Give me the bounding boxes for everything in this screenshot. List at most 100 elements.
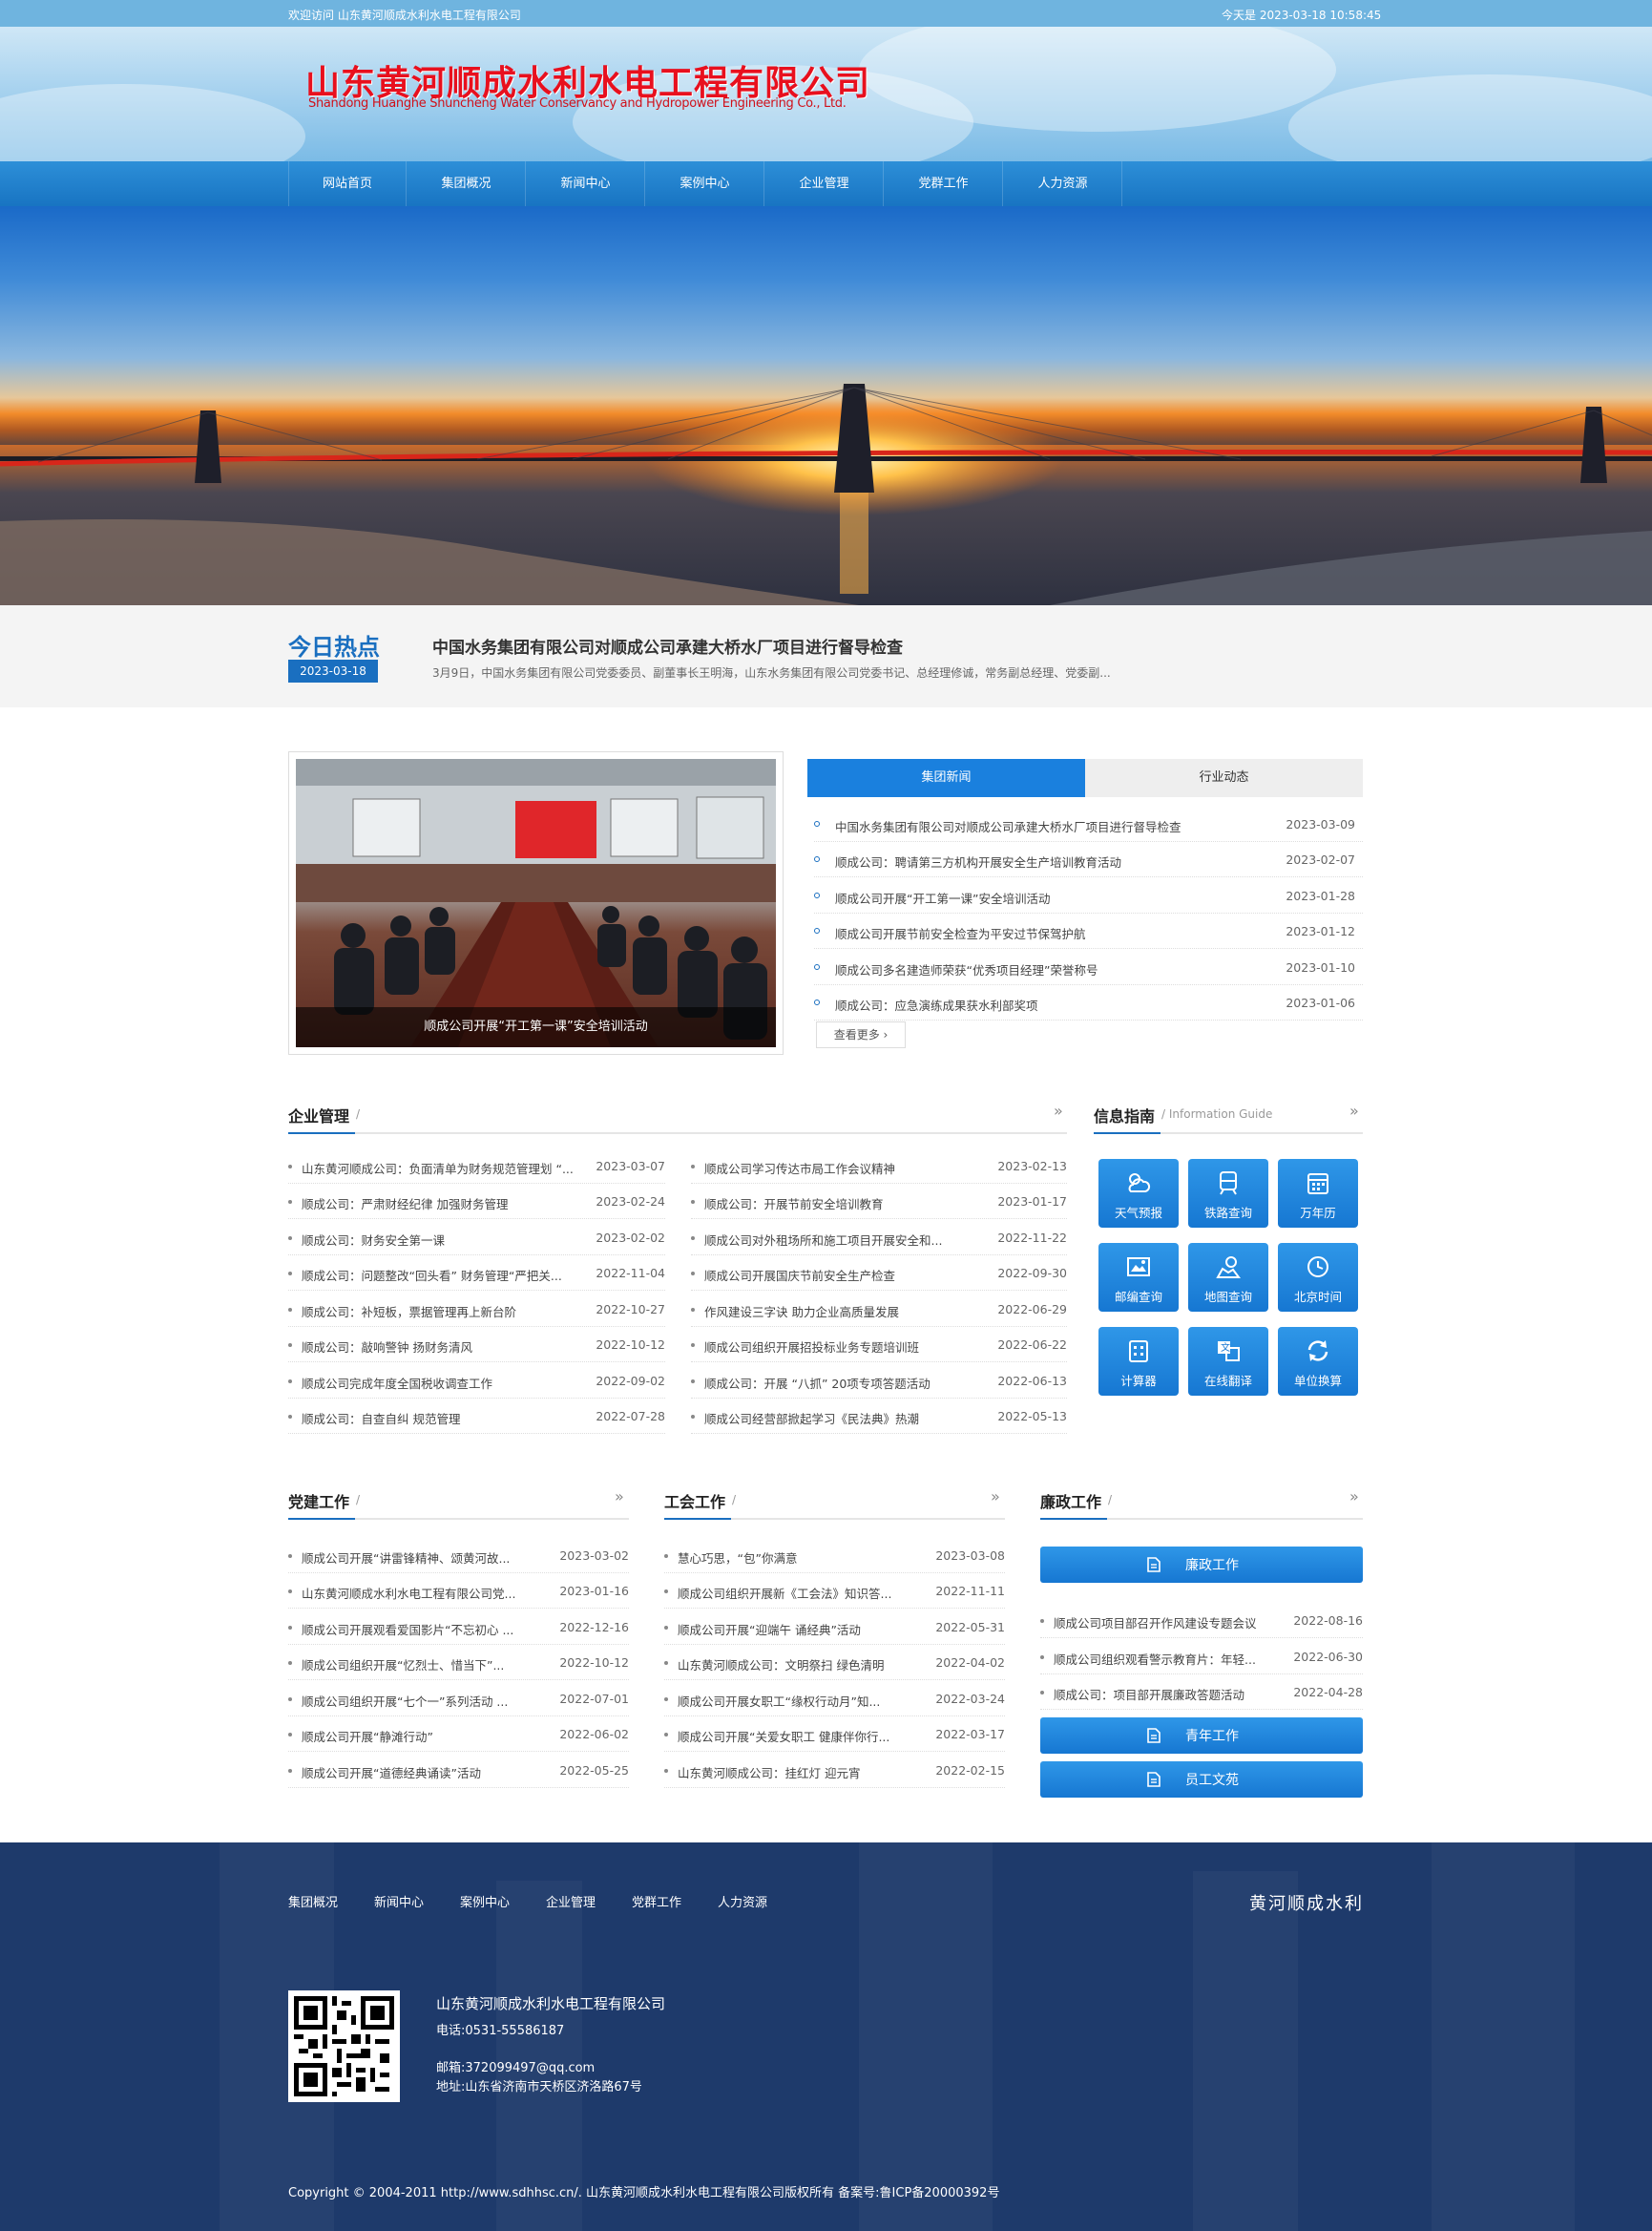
list-item-title[interactable]: 顺成公司开展国庆节前安全生产检查 — [704, 1266, 895, 1284]
news-title[interactable]: 顺成公司：应急演练成果获水利部奖项 — [835, 996, 1038, 1014]
list-item-title[interactable]: 顺成公司：开展节前安全培训教育 — [704, 1194, 884, 1212]
info-guide-title[interactable]: 信息指南 — [1094, 1104, 1155, 1126]
map-tile[interactable]: 地图查询 — [1188, 1243, 1268, 1312]
list-item[interactable]: 顺成公司：自查自纠 规范管理 2022-07-28 — [288, 1399, 665, 1434]
list-item-title[interactable]: 山东黄河顺成公司：挂红灯 迎元宵 — [678, 1763, 860, 1781]
list-item[interactable]: 顺成公司开展“开工第一课”安全培训活动 2023-01-28 — [814, 878, 1363, 914]
list-item-title[interactable]: 顺成公司对外租场所和施工项目开展安全和... — [704, 1231, 942, 1249]
list-item-title[interactable]: 作风建设三字诀 助力企业高质量发展 — [704, 1302, 899, 1320]
list-item[interactable]: 顺成公司学习传达市局工作会议精神 2023-02-13 — [691, 1148, 1067, 1184]
youth-work-button[interactable]: 青年工作 — [1040, 1717, 1363, 1754]
nav-item-home[interactable]: 网站首页 — [288, 161, 407, 206]
list-item[interactable]: 作风建设三字诀 助力企业高质量发展 2022-06-29 — [691, 1292, 1067, 1327]
list-item-title[interactable]: 顺成公司开展“迎端午 诵经典”活动 — [678, 1620, 861, 1638]
double-chevron-right-icon[interactable]: » — [615, 1487, 624, 1505]
list-item-title[interactable]: 顺成公司组织观看警示教育片：年轻... — [1054, 1650, 1256, 1668]
postcode-tile[interactable]: 邮编查询 — [1098, 1243, 1179, 1312]
calculator-tile[interactable]: 计算器 — [1098, 1327, 1179, 1396]
nav-item-news-center[interactable]: 新闻中心 — [527, 161, 645, 206]
railway-tile[interactable]: 铁路查询 — [1188, 1159, 1268, 1228]
list-item[interactable]: 山东黄河顺成公司：挂红灯 迎元宵 2022-02-15 — [664, 1753, 1005, 1788]
list-item-title[interactable]: 顺成公司学习传达市局工作会议精神 — [704, 1159, 895, 1177]
list-item-title[interactable]: 顺成公司组织开展新《工会法》知识答... — [678, 1584, 891, 1602]
list-item[interactable]: 顺成公司开展国庆节前安全生产检查 2022-09-30 — [691, 1255, 1067, 1291]
integrity-section-title[interactable]: 廉政工作 — [1040, 1489, 1101, 1512]
nav-item-enterprise-management[interactable]: 企业管理 — [765, 161, 884, 206]
list-item-title[interactable]: 山东黄河顺成公司：文明祭扫 绿色清明 — [678, 1655, 884, 1673]
list-item[interactable]: 顺成公司开展“迎端午 诵经典”活动 2022-05-31 — [664, 1610, 1005, 1645]
list-item-title[interactable]: 山东黄河顺成水利水电工程有限公司党... — [302, 1584, 515, 1602]
list-item[interactable]: 山东黄河顺成公司：文明祭扫 绿色清明 2022-04-02 — [664, 1645, 1005, 1680]
list-item-title[interactable]: 顺成公司组织开展招投标业务专题培训班 — [704, 1337, 919, 1356]
double-chevron-right-icon[interactable]: » — [1349, 1102, 1359, 1120]
footer-nav-human-resources[interactable]: 人力资源 — [718, 1892, 767, 1910]
list-item-title[interactable]: 顺成公司项目部召开作风建设专题会议 — [1054, 1613, 1257, 1631]
list-item-title[interactable]: 顺成公司：财务安全第一课 — [302, 1231, 445, 1249]
nav-item-human-resources[interactable]: 人力资源 — [1004, 161, 1122, 206]
nav-item-group-overview[interactable]: 集团概况 — [408, 161, 526, 206]
double-chevron-right-icon[interactable]: » — [1349, 1487, 1359, 1505]
list-item[interactable]: 顺成公司项目部召开作风建设专题会议 2022-08-16 — [1040, 1603, 1363, 1638]
list-item-title[interactable]: 山东黄河顺成公司：负面清单为财务规范管理划 “... — [302, 1159, 574, 1177]
list-item[interactable]: 顺成公司：开展节前安全培训教育 2023-01-17 — [691, 1184, 1067, 1219]
list-item-title[interactable]: 顺成公司：敲响警钟 扬财务清风 — [302, 1337, 472, 1356]
list-item-title[interactable]: 顺成公司：自查自纠 规范管理 — [302, 1409, 460, 1427]
list-item[interactable]: 山东黄河顺成水利水电工程有限公司党... 2023-01-16 — [288, 1573, 629, 1609]
list-item[interactable]: 顺成公司开展“关爱女职工 健康伴你行... 2022-03-17 — [664, 1716, 1005, 1752]
list-item[interactable]: 顺成公司多名建造师荣获“优秀项目经理”荣誉称号 2023-01-10 — [814, 950, 1363, 985]
list-item[interactable]: 顺成公司开展观看爱国影片“不忘初心 ... 2022-12-16 — [288, 1610, 629, 1645]
double-chevron-right-icon[interactable]: » — [991, 1487, 1000, 1505]
nav-item-case-center[interactable]: 案例中心 — [646, 161, 764, 206]
list-item[interactable]: 顺成公司开展节前安全检查为平安过节保驾护航 2023-01-12 — [814, 914, 1363, 949]
today-hot-headline[interactable]: 中国水务集团有限公司对顺成公司承建大桥水厂项目进行督导检查 — [432, 634, 903, 658]
list-item[interactable]: 顺成公司组织开展“忆烈士、惜当下”... 2022-10-12 — [288, 1645, 629, 1680]
list-item-title[interactable]: 顺成公司：严肃财经纪律 加强财务管理 — [302, 1194, 508, 1212]
double-chevron-right-icon[interactable]: » — [1054, 1102, 1063, 1120]
translate-tile[interactable]: 文 在线翻译 — [1188, 1327, 1268, 1396]
news-title[interactable]: 顺成公司开展节前安全检查为平安过节保驾护航 — [835, 924, 1086, 942]
tab-group-news[interactable]: 集团新闻 — [807, 759, 1085, 797]
nav-item-party-work[interactable]: 党群工作 — [885, 161, 1003, 206]
list-item[interactable]: 顺成公司：项目部开展廉政答题活动 2022-04-28 — [1040, 1674, 1363, 1710]
list-item[interactable]: 顺成公司：聘请第三方机构开展安全生产培训教育活动 2023-02-07 — [814, 842, 1363, 877]
list-item[interactable]: 顺成公司：敲响警钟 扬财务清风 2022-10-12 — [288, 1327, 665, 1362]
footer-nav-case-center[interactable]: 案例中心 — [460, 1892, 510, 1910]
list-item-title[interactable]: 顺成公司完成年度全国税收调查工作 — [302, 1374, 492, 1392]
list-item[interactable]: 顺成公司完成年度全国税收调查工作 2022-09-02 — [288, 1363, 665, 1399]
list-item-title[interactable]: 慧心巧思，“包”你满意 — [678, 1548, 797, 1567]
staff-literature-button[interactable]: 员工文苑 — [1040, 1761, 1363, 1798]
integrity-work-button[interactable]: 廉政工作 — [1040, 1547, 1363, 1583]
list-item-title[interactable]: 顺成公司开展“关爱女职工 健康伴你行... — [678, 1727, 889, 1745]
list-item[interactable]: 顺成公司：严肃财经纪律 加强财务管理 2023-02-24 — [288, 1184, 665, 1219]
list-item-title[interactable]: 顺成公司：问题整改“回头看” 财务管理“严把关... — [302, 1266, 562, 1284]
list-item-title[interactable]: 顺成公司组织开展“忆烈士、惜当下”... — [302, 1655, 504, 1673]
list-item-title[interactable]: 顺成公司开展“道德经典诵读”活动 — [302, 1763, 481, 1781]
party-section-title[interactable]: 党建工作 — [288, 1489, 349, 1512]
footer-nav-news-center[interactable]: 新闻中心 — [374, 1892, 424, 1910]
footer-email[interactable]: 邮箱:372099497@qq.com — [436, 2057, 595, 2075]
beijing-time-tile[interactable]: 北京时间 — [1278, 1243, 1358, 1312]
more-news-button[interactable]: 查看更多 › — [816, 1021, 906, 1048]
list-item-title[interactable]: 顺成公司开展“讲雷锋精神、颂黄河故... — [302, 1548, 510, 1567]
list-item[interactable]: 顺成公司开展“讲雷锋精神、颂黄河故... 2023-03-02 — [288, 1538, 629, 1573]
news-title[interactable]: 顺成公司：聘请第三方机构开展安全生产培训教育活动 — [835, 852, 1121, 871]
news-title[interactable]: 顺成公司开展“开工第一课”安全培训活动 — [835, 889, 1050, 907]
footer-nav-group-overview[interactable]: 集团概况 — [288, 1892, 338, 1910]
news-title[interactable]: 中国水务集团有限公司对顺成公司承建大桥水厂项目进行督导检查 — [835, 817, 1181, 835]
list-item[interactable]: 顺成公司组织开展“七个一”系列活动 ... 2022-07-01 — [288, 1681, 629, 1716]
featured-photo[interactable]: 顺成公司开展“开工第一课”安全培训活动 — [296, 759, 776, 1047]
weather-tile[interactable]: 天气预报 — [1098, 1159, 1179, 1228]
footer-nav-party-work[interactable]: 党群工作 — [632, 1892, 681, 1910]
enterprise-section-title[interactable]: 企业管理 — [288, 1104, 349, 1126]
list-item[interactable]: 顺成公司：补短板，票据管理再上新台阶 2022-10-27 — [288, 1292, 665, 1327]
news-title[interactable]: 顺成公司多名建造师荣获“优秀项目经理”荣誉称号 — [835, 960, 1098, 979]
list-item-title[interactable]: 顺成公司开展女职工“缘权行动月”知... — [678, 1692, 880, 1710]
list-item-title[interactable]: 顺成公司经营部掀起学习《民法典》热潮 — [704, 1409, 919, 1427]
list-item[interactable]: 顺成公司组织开展招投标业务专题培训班 2022-06-22 — [691, 1327, 1067, 1362]
unit-conversion-tile[interactable]: 单位换算 — [1278, 1327, 1358, 1396]
list-item-title[interactable]: 顺成公司组织开展“七个一”系列活动 ... — [302, 1692, 508, 1710]
list-item[interactable]: 顺成公司：开展 “八抓” 20项专项答题活动 2022-06-13 — [691, 1363, 1067, 1399]
list-item-title[interactable]: 顺成公司开展“静滩行动” — [302, 1727, 433, 1745]
list-item[interactable]: 顺成公司开展“静滩行动” 2022-06-02 — [288, 1716, 629, 1752]
list-item[interactable]: 顺成公司：财务安全第一课 2023-02-02 — [288, 1220, 665, 1255]
